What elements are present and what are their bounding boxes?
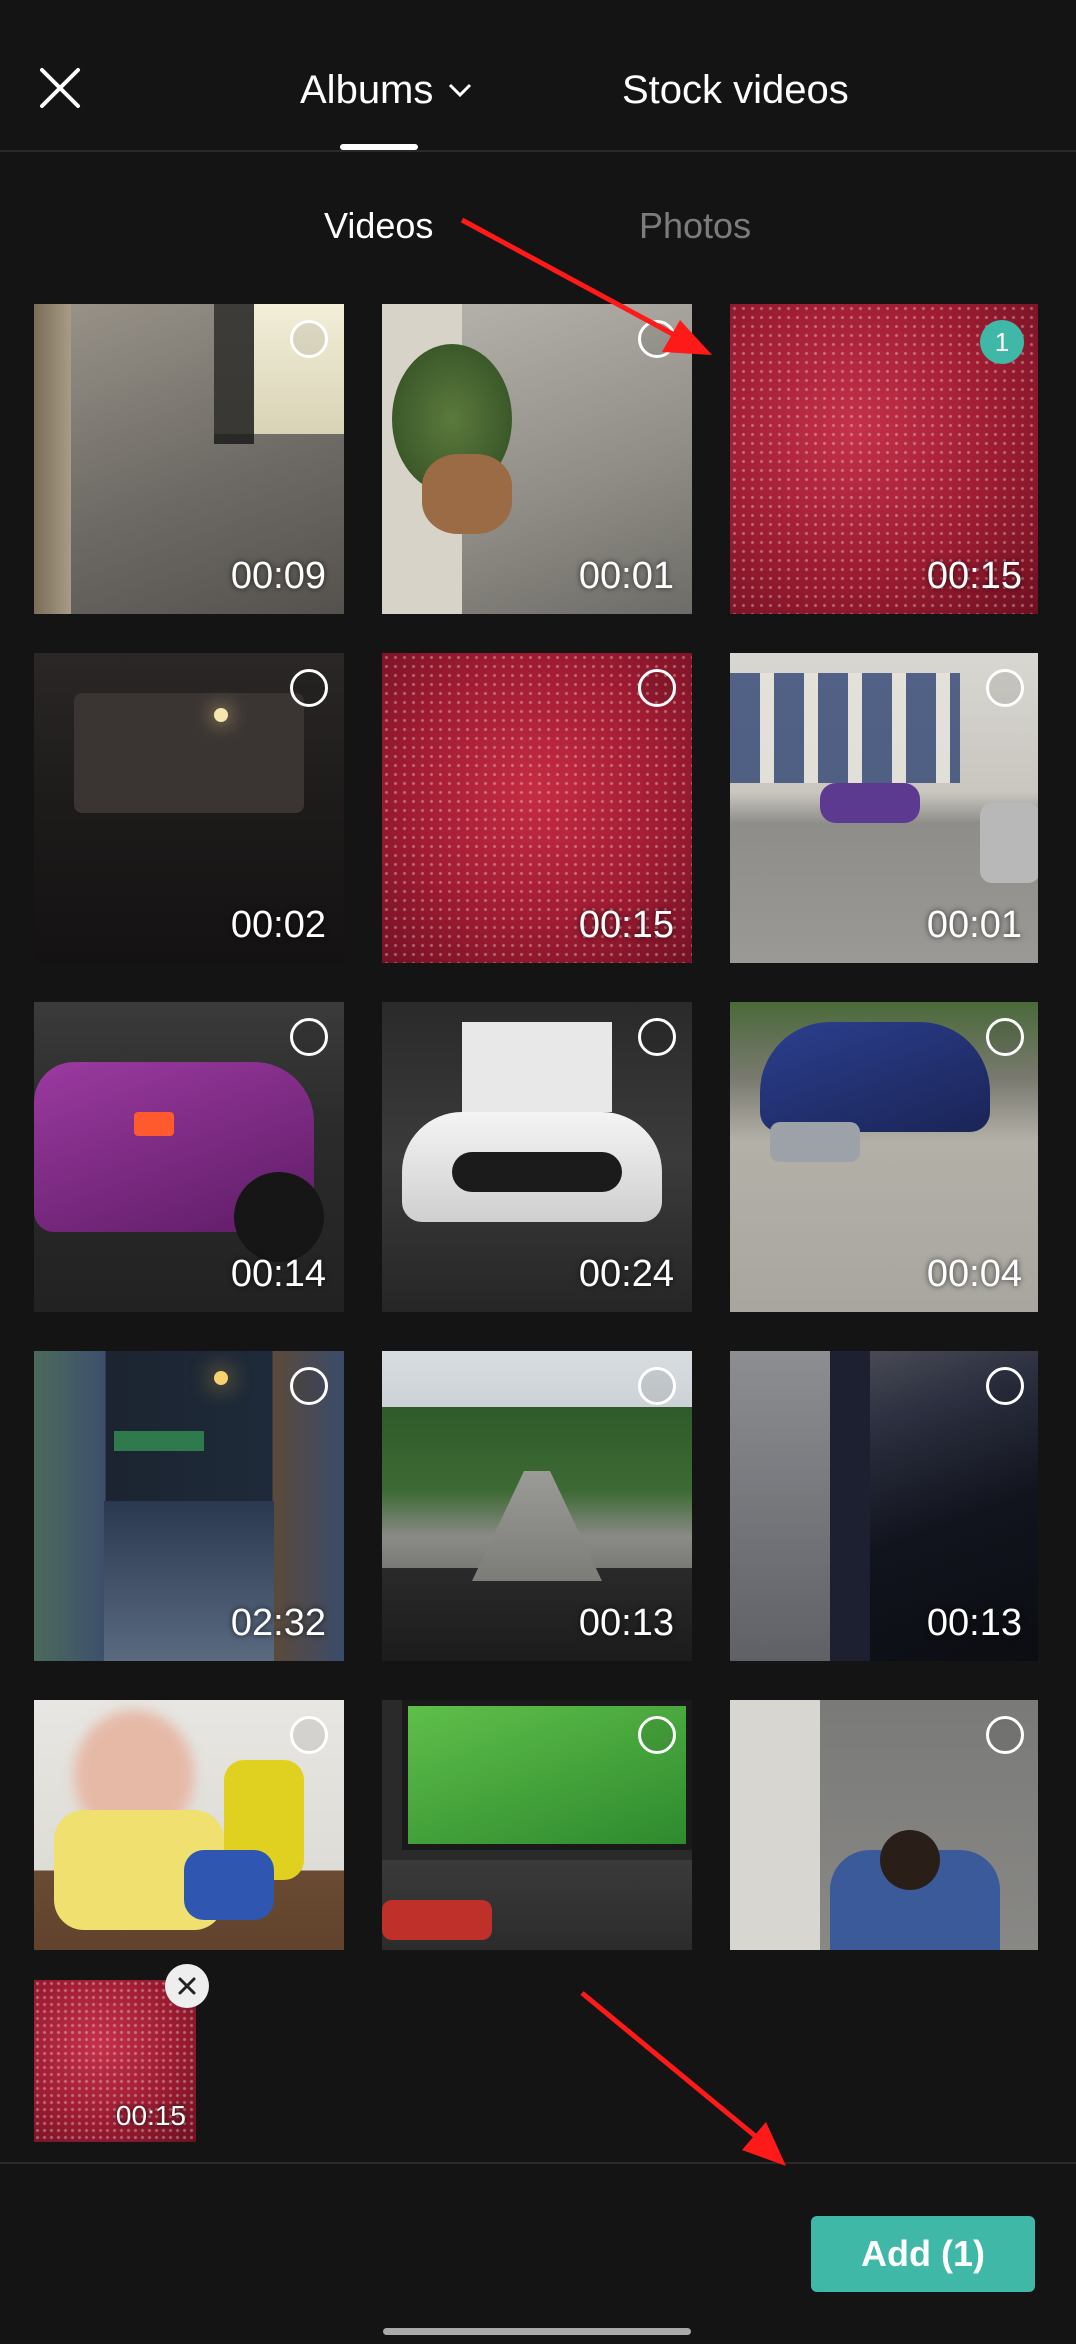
subtab-videos[interactable]: Videos (324, 205, 433, 247)
media-type-tabs: Videos Photos (0, 195, 1076, 265)
video-tile[interactable]: 00:04 (730, 1002, 1038, 1312)
tab-albums-label: Albums (300, 67, 434, 112)
select-checkbox[interactable] (638, 1367, 676, 1405)
close-icon (40, 68, 80, 108)
video-duration: 00:14 (230, 1253, 326, 1295)
media-grid: 00:09 00:01 1 00:15 00:02 00:15 00:01 00… (34, 304, 1038, 1950)
video-tile[interactable]: 00:02 (34, 653, 344, 963)
selected-items-strip: 00:15 (0, 1950, 1076, 2164)
video-duration: 00:15 (578, 904, 674, 946)
video-duration: 00:01 (578, 555, 674, 597)
video-duration: 00:09 (230, 555, 326, 597)
select-checkbox[interactable] (986, 1716, 1024, 1754)
video-tile[interactable]: 00:14 (34, 1002, 344, 1312)
remove-selected-button[interactable] (165, 1964, 209, 2008)
video-tile-selected[interactable]: 1 00:15 (730, 304, 1038, 614)
select-checkbox[interactable] (638, 1716, 676, 1754)
video-tile[interactable] (382, 1700, 692, 1950)
video-tile[interactable]: 02:32 (34, 1351, 344, 1661)
select-checkbox[interactable] (986, 669, 1024, 707)
video-duration: 00:13 (578, 1602, 674, 1644)
video-tile[interactable]: 00:13 (730, 1351, 1038, 1661)
select-checkbox[interactable] (638, 1018, 676, 1056)
close-button[interactable] (30, 58, 90, 118)
selected-clip-duration: 00:15 (115, 2100, 186, 2131)
tab-active-indicator (340, 144, 418, 150)
tab-stock-videos[interactable]: Stock videos (622, 60, 849, 120)
selected-clip[interactable]: 00:15 (34, 1980, 196, 2142)
video-tile[interactable] (730, 1700, 1038, 1950)
select-checkbox[interactable] (638, 669, 676, 707)
home-indicator (383, 2328, 691, 2335)
close-icon (178, 1977, 196, 1995)
video-tile[interactable]: 00:13 (382, 1351, 692, 1661)
subtab-photos[interactable]: Photos (639, 205, 751, 247)
video-duration: 00:02 (230, 904, 326, 946)
video-tile[interactable]: 00:01 (730, 653, 1038, 963)
add-button[interactable]: Add (1) (811, 2216, 1035, 2292)
chevron-down-icon (449, 83, 472, 98)
select-checkbox[interactable] (986, 1018, 1024, 1056)
tab-albums[interactable]: Albums (300, 60, 473, 120)
video-tile[interactable]: 00:01 (382, 304, 692, 614)
selection-order-badge[interactable]: 1 (980, 320, 1024, 364)
video-duration: 00:24 (578, 1253, 674, 1295)
select-checkbox[interactable] (290, 1018, 328, 1056)
video-duration: 00:04 (926, 1253, 1022, 1295)
select-checkbox[interactable] (290, 1716, 328, 1754)
video-duration: 00:01 (926, 904, 1022, 946)
select-checkbox[interactable] (290, 1367, 328, 1405)
video-duration: 00:13 (926, 1602, 1022, 1644)
select-checkbox[interactable] (986, 1367, 1024, 1405)
video-tile[interactable] (34, 1700, 344, 1950)
top-bar: Albums Stock videos (0, 0, 1076, 152)
select-checkbox[interactable] (290, 669, 328, 707)
tab-stock-videos-label: Stock videos (622, 67, 849, 112)
video-duration: 00:15 (926, 555, 1022, 597)
video-tile[interactable]: 00:15 (382, 653, 692, 963)
video-duration: 02:32 (230, 1602, 326, 1644)
select-checkbox[interactable] (290, 320, 328, 358)
video-tile[interactable]: 00:24 (382, 1002, 692, 1312)
select-checkbox[interactable] (638, 320, 676, 358)
video-tile[interactable]: 00:09 (34, 304, 344, 614)
